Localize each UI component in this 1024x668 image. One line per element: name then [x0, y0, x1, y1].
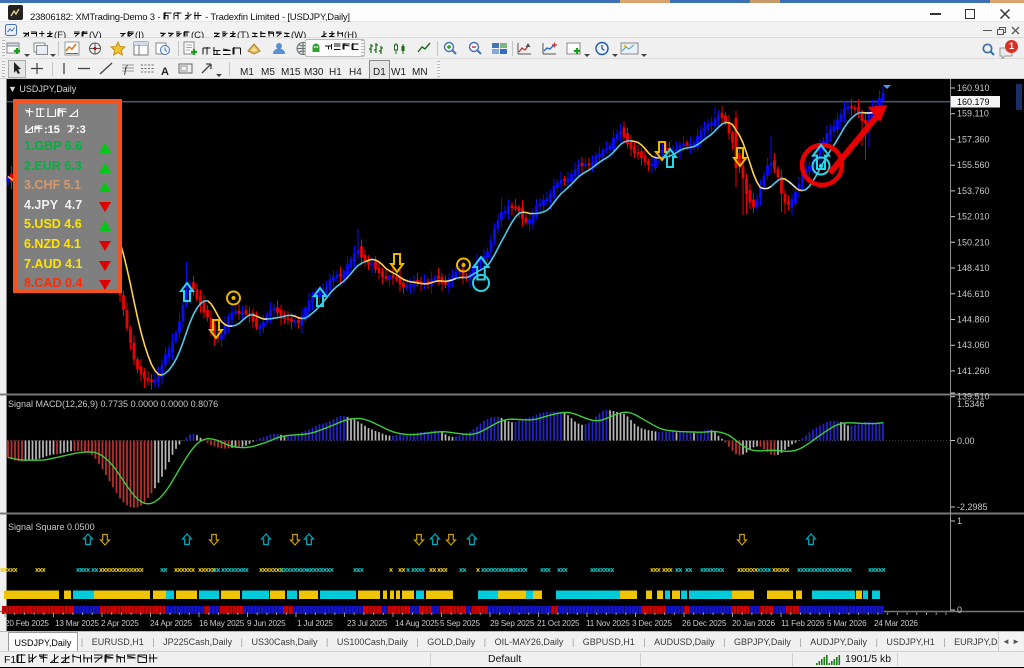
svg-text:0.00: 0.00: [957, 436, 975, 446]
svg-text:1.5346: 1.5346: [957, 399, 985, 409]
svg-text:24 Mar 2026: 24 Mar 2026: [874, 619, 918, 628]
svg-text:Signal MACD(12,26,9) 0.7735 0.: Signal MACD(12,26,9) 0.7735 0.0000 0.000…: [8, 399, 218, 409]
svg-text:146.610: 146.610: [957, 289, 990, 299]
svg-text:f: f: [124, 65, 128, 75]
svg-text:157.360: 157.360: [957, 134, 990, 144]
svg-text:150.210: 150.210: [957, 237, 990, 247]
svg-text:24 Apr 2025: 24 Apr 2025: [150, 619, 193, 628]
svg-text:160.910: 160.910: [957, 83, 990, 93]
svg-text:20 Jan 2026: 20 Jan 2026: [732, 619, 776, 628]
svg-text:5 Mar 2026: 5 Mar 2026: [827, 619, 867, 628]
svg-text:160.179: 160.179: [957, 97, 990, 107]
svg-text:14 Aug 2025: 14 Aug 2025: [395, 619, 439, 628]
svg-text:Signal Square 0.0500: Signal Square 0.0500: [8, 522, 95, 532]
svg-text:26 Dec 2025: 26 Dec 2025: [682, 619, 727, 628]
svg-text:155.560: 155.560: [957, 160, 990, 170]
svg-text:148.410: 148.410: [957, 263, 990, 273]
svg-text:29 Sep 2025: 29 Sep 2025: [490, 619, 535, 628]
svg-text:152.010: 152.010: [957, 212, 990, 222]
svg-text:0: 0: [957, 605, 962, 615]
svg-text:11 Nov 2025: 11 Nov 2025: [586, 619, 630, 628]
svg-text:143.060: 143.060: [957, 340, 990, 350]
svg-text:141.260: 141.260: [957, 366, 990, 376]
svg-text:23 Jul 2025: 23 Jul 2025: [347, 619, 388, 628]
svg-text:16 May 2025: 16 May 2025: [199, 619, 245, 628]
svg-text:11 Feb 2026: 11 Feb 2026: [781, 619, 825, 628]
svg-text:159.110: 159.110: [957, 109, 989, 119]
svg-text:3 Dec 2025: 3 Dec 2025: [632, 619, 673, 628]
svg-text:1 Jul 2025: 1 Jul 2025: [297, 619, 333, 628]
svg-text:1: 1: [957, 516, 962, 526]
svg-text:2 Apr 2025: 2 Apr 2025: [101, 619, 139, 628]
svg-text:-2.2985: -2.2985: [957, 502, 988, 512]
svg-text:20 Feb 2025: 20 Feb 2025: [5, 619, 49, 628]
svg-text:9 Jun 2025: 9 Jun 2025: [247, 619, 286, 628]
svg-text:5 Sep 2025: 5 Sep 2025: [440, 619, 481, 628]
svg-text:21 Oct 2025: 21 Oct 2025: [537, 619, 580, 628]
svg-text:153.760: 153.760: [957, 186, 990, 196]
svg-text:13 Mar 2025: 13 Mar 2025: [55, 619, 99, 628]
svg-text:144.860: 144.860: [957, 315, 990, 325]
